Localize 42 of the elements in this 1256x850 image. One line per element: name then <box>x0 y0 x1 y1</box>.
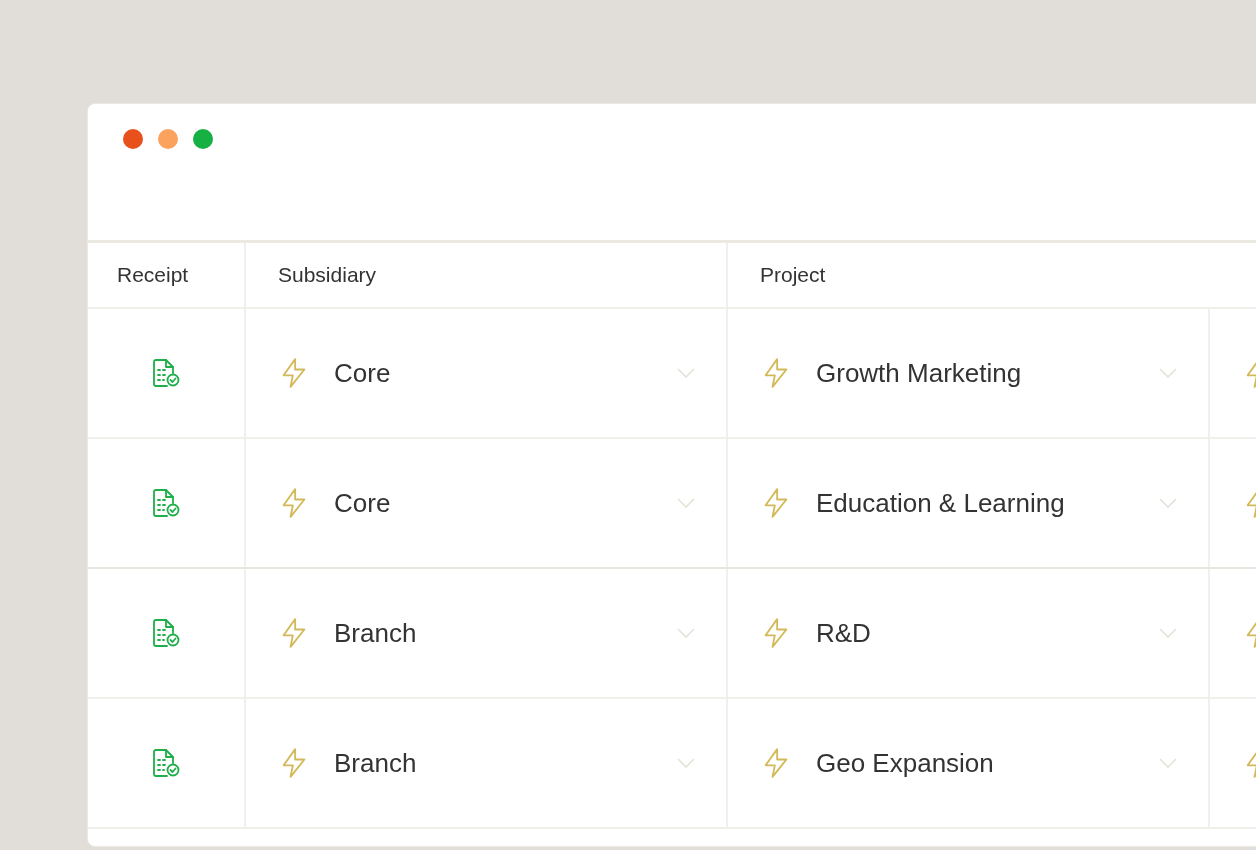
lightning-icon <box>280 488 308 518</box>
column-header: Receipt <box>88 243 246 307</box>
select-value: Core <box>334 486 392 520</box>
select-field[interactable]: Education & Learning <box>728 439 1210 567</box>
maximize-window-button[interactable] <box>193 129 213 149</box>
lightning-icon <box>280 748 308 778</box>
lightning-icon <box>762 748 790 778</box>
select-field[interactable]: Core <box>246 439 728 567</box>
chevron-down-icon <box>1158 497 1178 509</box>
lightning-icon <box>280 358 308 388</box>
select-value: Education & Learning <box>816 486 1066 520</box>
column-header: Subsidiary <box>246 243 728 307</box>
select-field[interactable]: Geo Expansion <box>728 699 1210 827</box>
chevron-down-icon <box>676 627 696 639</box>
document-check-icon <box>152 358 180 388</box>
chevron-down-icon <box>1158 367 1178 379</box>
select-value: Geo Expansion <box>816 746 995 780</box>
select-value: Branch <box>334 746 418 780</box>
select-value: Growth Marketing <box>816 356 1023 390</box>
column-header: Project <box>759 262 827 289</box>
chevron-down-icon <box>676 757 696 769</box>
lightning-icon <box>762 358 790 388</box>
chevron-down-icon <box>676 497 696 509</box>
select-field[interactable]: Branch <box>246 699 728 827</box>
document-check-icon <box>152 748 180 778</box>
chevron-down-icon <box>1158 757 1178 769</box>
lightning-icon <box>762 618 790 648</box>
select-value: Branch <box>334 616 418 650</box>
select-field[interactable]: Growth Marketing <box>728 309 1210 437</box>
lightning-icon <box>280 618 308 648</box>
select-value: Core <box>334 356 392 390</box>
minimize-window-button[interactable] <box>158 129 178 149</box>
select-value: R&D <box>816 616 872 650</box>
chevron-down-icon <box>676 367 696 379</box>
document-check-icon <box>152 618 180 648</box>
select-field[interactable]: R&D <box>728 569 1210 697</box>
lightning-icon <box>762 488 790 518</box>
select-field[interactable]: Core <box>246 309 728 437</box>
close-window-button[interactable] <box>123 129 143 149</box>
select-field[interactable]: Branch <box>246 569 728 697</box>
document-check-icon <box>152 488 180 518</box>
chevron-down-icon <box>1158 627 1178 639</box>
